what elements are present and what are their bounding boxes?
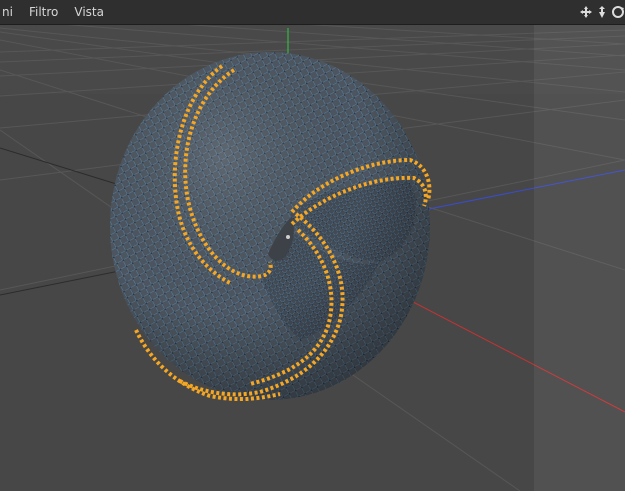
menu-item-filtro[interactable]: Filtro [21,0,66,24]
torus-object[interactable] [110,52,430,400]
menu-item-partial[interactable]: ni [0,0,21,24]
view-navigation-icons [579,0,625,24]
rotate-view-icon[interactable] [611,5,625,19]
dolly-view-icon[interactable] [595,5,609,19]
viewport-panel: ni Filtro Vista [0,0,625,491]
viewport-menubar: ni Filtro Vista [0,0,625,25]
move-view-icon[interactable] [579,5,593,19]
menu-item-vista[interactable]: Vista [66,0,112,24]
pivot-point [286,235,290,239]
perspective-viewport[interactable] [0,24,625,491]
